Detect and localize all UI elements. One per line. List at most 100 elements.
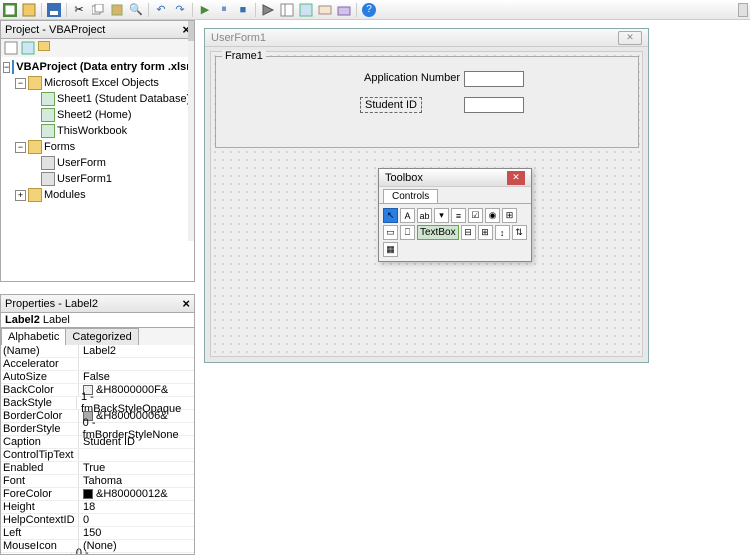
property-row[interactable]: Left150: [1, 527, 194, 540]
tab-alphabetic[interactable]: Alphabetic: [1, 328, 66, 345]
tool-tab[interactable]: ⊟: [461, 225, 476, 240]
toggle-folders-icon[interactable]: [38, 41, 52, 55]
tree-item[interactable]: Sheet1 (Student Database): [1, 91, 194, 107]
project-panel-title: Project - VBAProject: [5, 24, 105, 36]
property-value[interactable]: 0: [79, 514, 89, 526]
tool-option[interactable]: ◉: [485, 208, 500, 223]
copy-icon[interactable]: [90, 2, 106, 18]
tree-item[interactable]: ThisWorkbook: [1, 123, 194, 139]
undo-icon[interactable]: ↶: [153, 2, 169, 18]
label-stud_id[interactable]: Student ID: [360, 97, 422, 113]
textbox-student-id[interactable]: [464, 97, 524, 113]
tree-group[interactable]: −Forms: [1, 139, 194, 155]
tool-textbox[interactable]: TextBox: [417, 225, 459, 240]
object-browser-icon[interactable]: [317, 2, 333, 18]
tree-item-label: UserForm1: [57, 173, 112, 185]
tool-image[interactable]: ▦: [383, 242, 398, 257]
property-row[interactable]: FontTahoma: [1, 475, 194, 488]
tab-controls[interactable]: Controls: [383, 189, 438, 203]
pause-icon[interactable]: ⏸: [216, 2, 232, 18]
property-name: ForeColor: [1, 488, 79, 500]
tool-list[interactable]: ≡: [451, 208, 466, 223]
toolbar-more-icon[interactable]: [738, 3, 748, 17]
property-row[interactable]: ControlTipText: [1, 449, 194, 462]
tool-cmd[interactable]: ⎕: [400, 225, 415, 240]
tool-check[interactable]: ☑: [468, 208, 483, 223]
run-icon[interactable]: ▶: [197, 2, 213, 18]
view-code-icon[interactable]: [4, 41, 18, 55]
close-icon[interactable]: ×: [182, 296, 190, 311]
paste-icon[interactable]: [109, 2, 125, 18]
project-panel-header: Project - VBAProject ×: [0, 20, 195, 39]
collapse-icon[interactable]: −: [15, 78, 26, 89]
property-row[interactable]: AutoSizeFalse: [1, 371, 194, 384]
property-row[interactable]: BackStyle1 - fmBackStyleOpaque: [1, 397, 194, 410]
property-row[interactable]: EnabledTrue: [1, 462, 194, 475]
sheet-icon: [41, 108, 55, 122]
property-value[interactable]: 18: [79, 501, 95, 513]
tab-categorized[interactable]: Categorized: [65, 328, 138, 345]
expand-icon[interactable]: +: [15, 190, 26, 201]
tree-item[interactable]: Sheet2 (Home): [1, 107, 194, 123]
find-icon[interactable]: 🔍: [128, 2, 144, 18]
save-icon[interactable]: [46, 2, 62, 18]
property-value[interactable]: Tahoma: [79, 475, 122, 487]
close-icon[interactable]: ✕: [507, 171, 525, 185]
property-value[interactable]: False: [79, 371, 110, 383]
stop-icon[interactable]: ■: [235, 2, 251, 18]
frame1-control[interactable]: Frame1 Application NumberStudent ID: [215, 56, 639, 148]
tool-spin[interactable]: ⇅: [512, 225, 527, 240]
tree-item[interactable]: UserForm: [1, 155, 194, 171]
property-row[interactable]: BorderStyle0 - fmBorderStyleNone: [1, 423, 194, 436]
toolbox-icon[interactable]: [336, 2, 352, 18]
cut-icon[interactable]: ✂: [71, 2, 87, 18]
properties-icon[interactable]: [298, 2, 314, 18]
tool-toggle[interactable]: ⊞: [502, 208, 517, 223]
toolbox-grid: ↖Aab▾≡☑◉⊞▭⎕TextBox⊟⊞↕⇅▦: [379, 204, 531, 261]
property-value[interactable]: Student ID: [79, 436, 135, 448]
folder-icon: [28, 76, 42, 90]
property-row[interactable]: Height18: [1, 501, 194, 514]
textbox-app-num[interactable]: [464, 71, 524, 87]
form-titlebar[interactable]: UserForm1 ✕: [205, 29, 648, 47]
toolbox-window[interactable]: Toolbox ✕ Controls ↖Aab▾≡☑◉⊞▭⎕TextBox⊟⊞↕…: [378, 168, 532, 262]
tree-root[interactable]: − VBAProject (Data entry form .xlsm): [1, 59, 194, 75]
macro-icon[interactable]: [21, 2, 37, 18]
excel-icon[interactable]: [2, 2, 18, 18]
property-row[interactable]: Accelerator: [1, 358, 194, 371]
label-app_num[interactable]: Application Number: [360, 71, 464, 85]
tool-frame[interactable]: ▭: [383, 225, 398, 240]
tool-multi[interactable]: ⊞: [478, 225, 493, 240]
properties-panel-title: Properties - Label2: [5, 298, 98, 310]
tool-scroll[interactable]: ↕: [495, 225, 510, 240]
property-value[interactable]: &H80000012&: [79, 488, 168, 500]
view-object-icon[interactable]: [21, 41, 35, 55]
property-value[interactable]: 150: [79, 527, 101, 539]
toolbox-titlebar[interactable]: Toolbox ✕: [379, 169, 531, 187]
tool-combo[interactable]: ▾: [434, 208, 449, 223]
properties-grid[interactable]: (Name)Label2AcceleratorAutoSizeFalse Back…: [0, 345, 195, 555]
tool-a[interactable]: A: [400, 208, 415, 223]
property-row[interactable]: ForeColor&H80000012&: [1, 488, 194, 501]
tree-group[interactable]: +Modules: [1, 187, 194, 203]
properties-object-dropdown[interactable]: Label2 Label: [0, 313, 195, 328]
close-icon[interactable]: ✕: [618, 31, 642, 45]
tool-pointer[interactable]: ↖: [383, 208, 398, 223]
property-value[interactable]: 0 - fmMousePointerDefault: [72, 547, 194, 555]
help-icon[interactable]: ?: [361, 2, 377, 18]
property-value[interactable]: True: [79, 462, 105, 474]
form-title-text: UserForm1: [211, 32, 266, 44]
tree-group[interactable]: −Microsoft Excel Objects: [1, 75, 194, 91]
collapse-icon[interactable]: −: [15, 142, 26, 153]
project-tree[interactable]: − VBAProject (Data entry form .xlsm) −Mi…: [0, 57, 195, 282]
property-row[interactable]: HelpContextID0: [1, 514, 194, 527]
project-toolbar: [0, 39, 195, 57]
design-mode-icon[interactable]: [260, 2, 276, 18]
property-row[interactable]: (Name)Label2: [1, 345, 194, 358]
project-explorer-icon[interactable]: [279, 2, 295, 18]
property-value[interactable]: Label2: [79, 345, 116, 357]
redo-icon[interactable]: ↷: [172, 2, 188, 18]
tree-item[interactable]: UserForm1: [1, 171, 194, 187]
tool-ab[interactable]: ab: [417, 208, 432, 223]
collapse-icon[interactable]: −: [3, 62, 10, 73]
